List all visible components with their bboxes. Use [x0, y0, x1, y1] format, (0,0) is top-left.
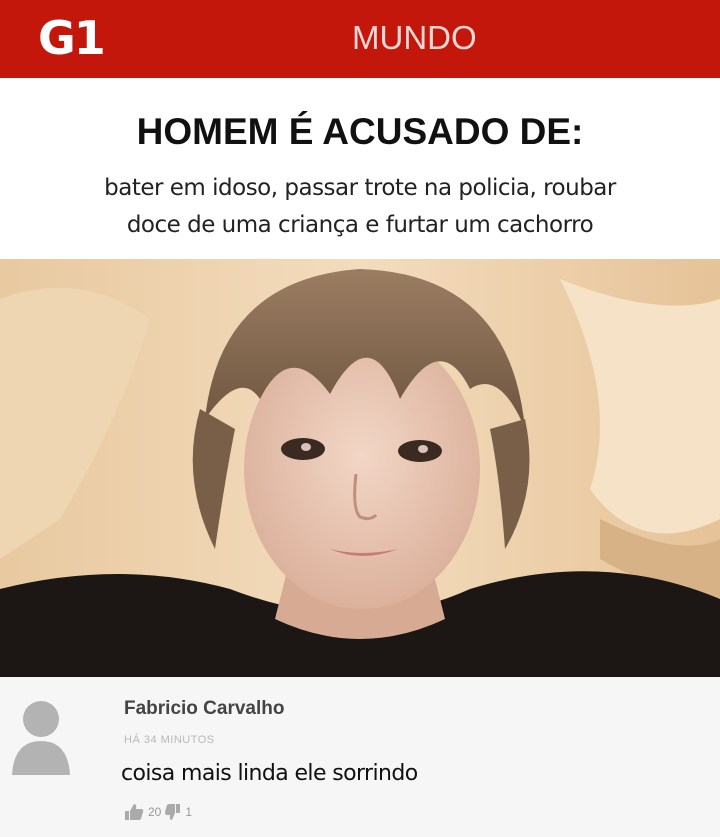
user-avatar-icon[interactable] — [8, 695, 74, 775]
subtitle-line-1: bater em idoso, passar trote na policia,… — [104, 175, 616, 201]
comment-author[interactable]: Fabricio Carvalho — [124, 697, 285, 721]
comment-text: coisa mais linda ele sorrindo — [121, 761, 418, 786]
thumbs-up-icon[interactable] — [124, 803, 144, 821]
subtitle-line-2: doce de uma criança e furtar um cachorro — [126, 212, 594, 238]
thumbs-down-icon[interactable] — [165, 803, 181, 821]
section-label[interactable]: MUNDO — [352, 18, 477, 58]
g1-logo[interactable]: G1 — [38, 12, 106, 64]
article-photo — [0, 259, 720, 677]
subtitle: bater em idoso, passar trote na policia,… — [60, 170, 660, 244]
headline: HOMEM É ACUSADO DE: — [136, 111, 584, 152]
dislikes-count: 1 — [185, 805, 193, 819]
comment-actions: 20 1 — [124, 801, 192, 823]
comment-card: Fabricio Carvalho HÁ 34 MINUTOS coisa ma… — [0, 677, 720, 837]
likes-count: 20 — [148, 805, 162, 819]
selfie-photo — [0, 259, 720, 677]
comment-time: HÁ 34 MINUTOS — [124, 734, 215, 746]
site-header: G1 MUNDO — [0, 0, 720, 78]
